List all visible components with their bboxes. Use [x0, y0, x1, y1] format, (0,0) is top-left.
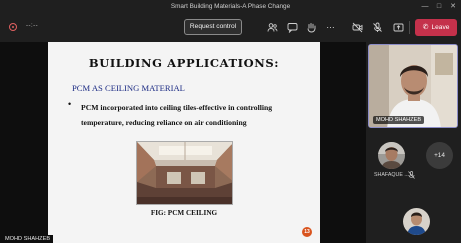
- more-options-icon[interactable]: ⋯: [325, 22, 336, 33]
- minimize-icon[interactable]: —: [420, 1, 430, 12]
- recording-indicator-icon: [9, 23, 17, 31]
- maximize-icon[interactable]: □: [434, 1, 444, 12]
- slide-title: BUILDING APPLICATIONS:: [88, 56, 280, 70]
- meeting-toolbar: --:-- Request control ⋯ ✆ Leave: [0, 14, 461, 41]
- leave-button[interactable]: ✆ Leave: [415, 19, 457, 36]
- pcm-ceiling-photo: [136, 141, 233, 205]
- presentation-slide: BUILDING APPLICATIONS: PCM AS CEILING MA…: [48, 42, 320, 243]
- shared-screen-stage: BUILDING APPLICATIONS: PCM AS CEILING MA…: [0, 42, 366, 243]
- presenter-name-label: MOHD SHAHZEB: [2, 235, 54, 243]
- participant-avatar-shafaque[interactable]: [378, 142, 405, 169]
- active-speaker-video-tile[interactable]: MOHD SHAHZEB: [368, 44, 458, 128]
- mic-off-icon[interactable]: [372, 22, 383, 33]
- participants-icon[interactable]: [267, 22, 278, 33]
- figure-caption: FIG: PCM CEILING: [150, 209, 218, 217]
- raise-hand-icon[interactable]: [306, 22, 317, 33]
- participant-avatar-third[interactable]: [403, 208, 430, 235]
- mic-muted-icon: [408, 171, 415, 181]
- slide-subtitle: PCM AS CEILING MATERIAL: [72, 83, 185, 93]
- close-icon[interactable]: ✕: [448, 1, 458, 12]
- camera-off-icon[interactable]: [352, 22, 363, 33]
- request-control-button[interactable]: Request control: [184, 19, 242, 35]
- window-title: Smart Building Materials-A Phase Change: [170, 3, 291, 10]
- title-bar: Smart Building Materials-A Phase Change …: [0, 0, 461, 14]
- slide-page-badge: 13: [302, 227, 312, 237]
- more-participants-badge[interactable]: +14: [426, 142, 453, 169]
- slide-bullet-text: PCM incorporated into ceiling tiles-effe…: [81, 103, 273, 127]
- teams-meeting-window: Smart Building Materials-A Phase Change …: [0, 0, 461, 243]
- leave-button-label: Leave: [431, 24, 450, 31]
- chat-icon[interactable]: [287, 22, 298, 34]
- active-speaker-name: MOHD SHAHZEB: [373, 116, 425, 124]
- toolbar-divider: [409, 21, 410, 34]
- bullet-point-icon: •: [68, 99, 72, 109]
- meeting-timer: --:--: [26, 23, 39, 29]
- participant-name-shafaque: SHAFAQUE ...: [374, 172, 409, 178]
- share-tray-icon[interactable]: [393, 22, 404, 33]
- phone-hangup-icon: ✆: [422, 24, 429, 31]
